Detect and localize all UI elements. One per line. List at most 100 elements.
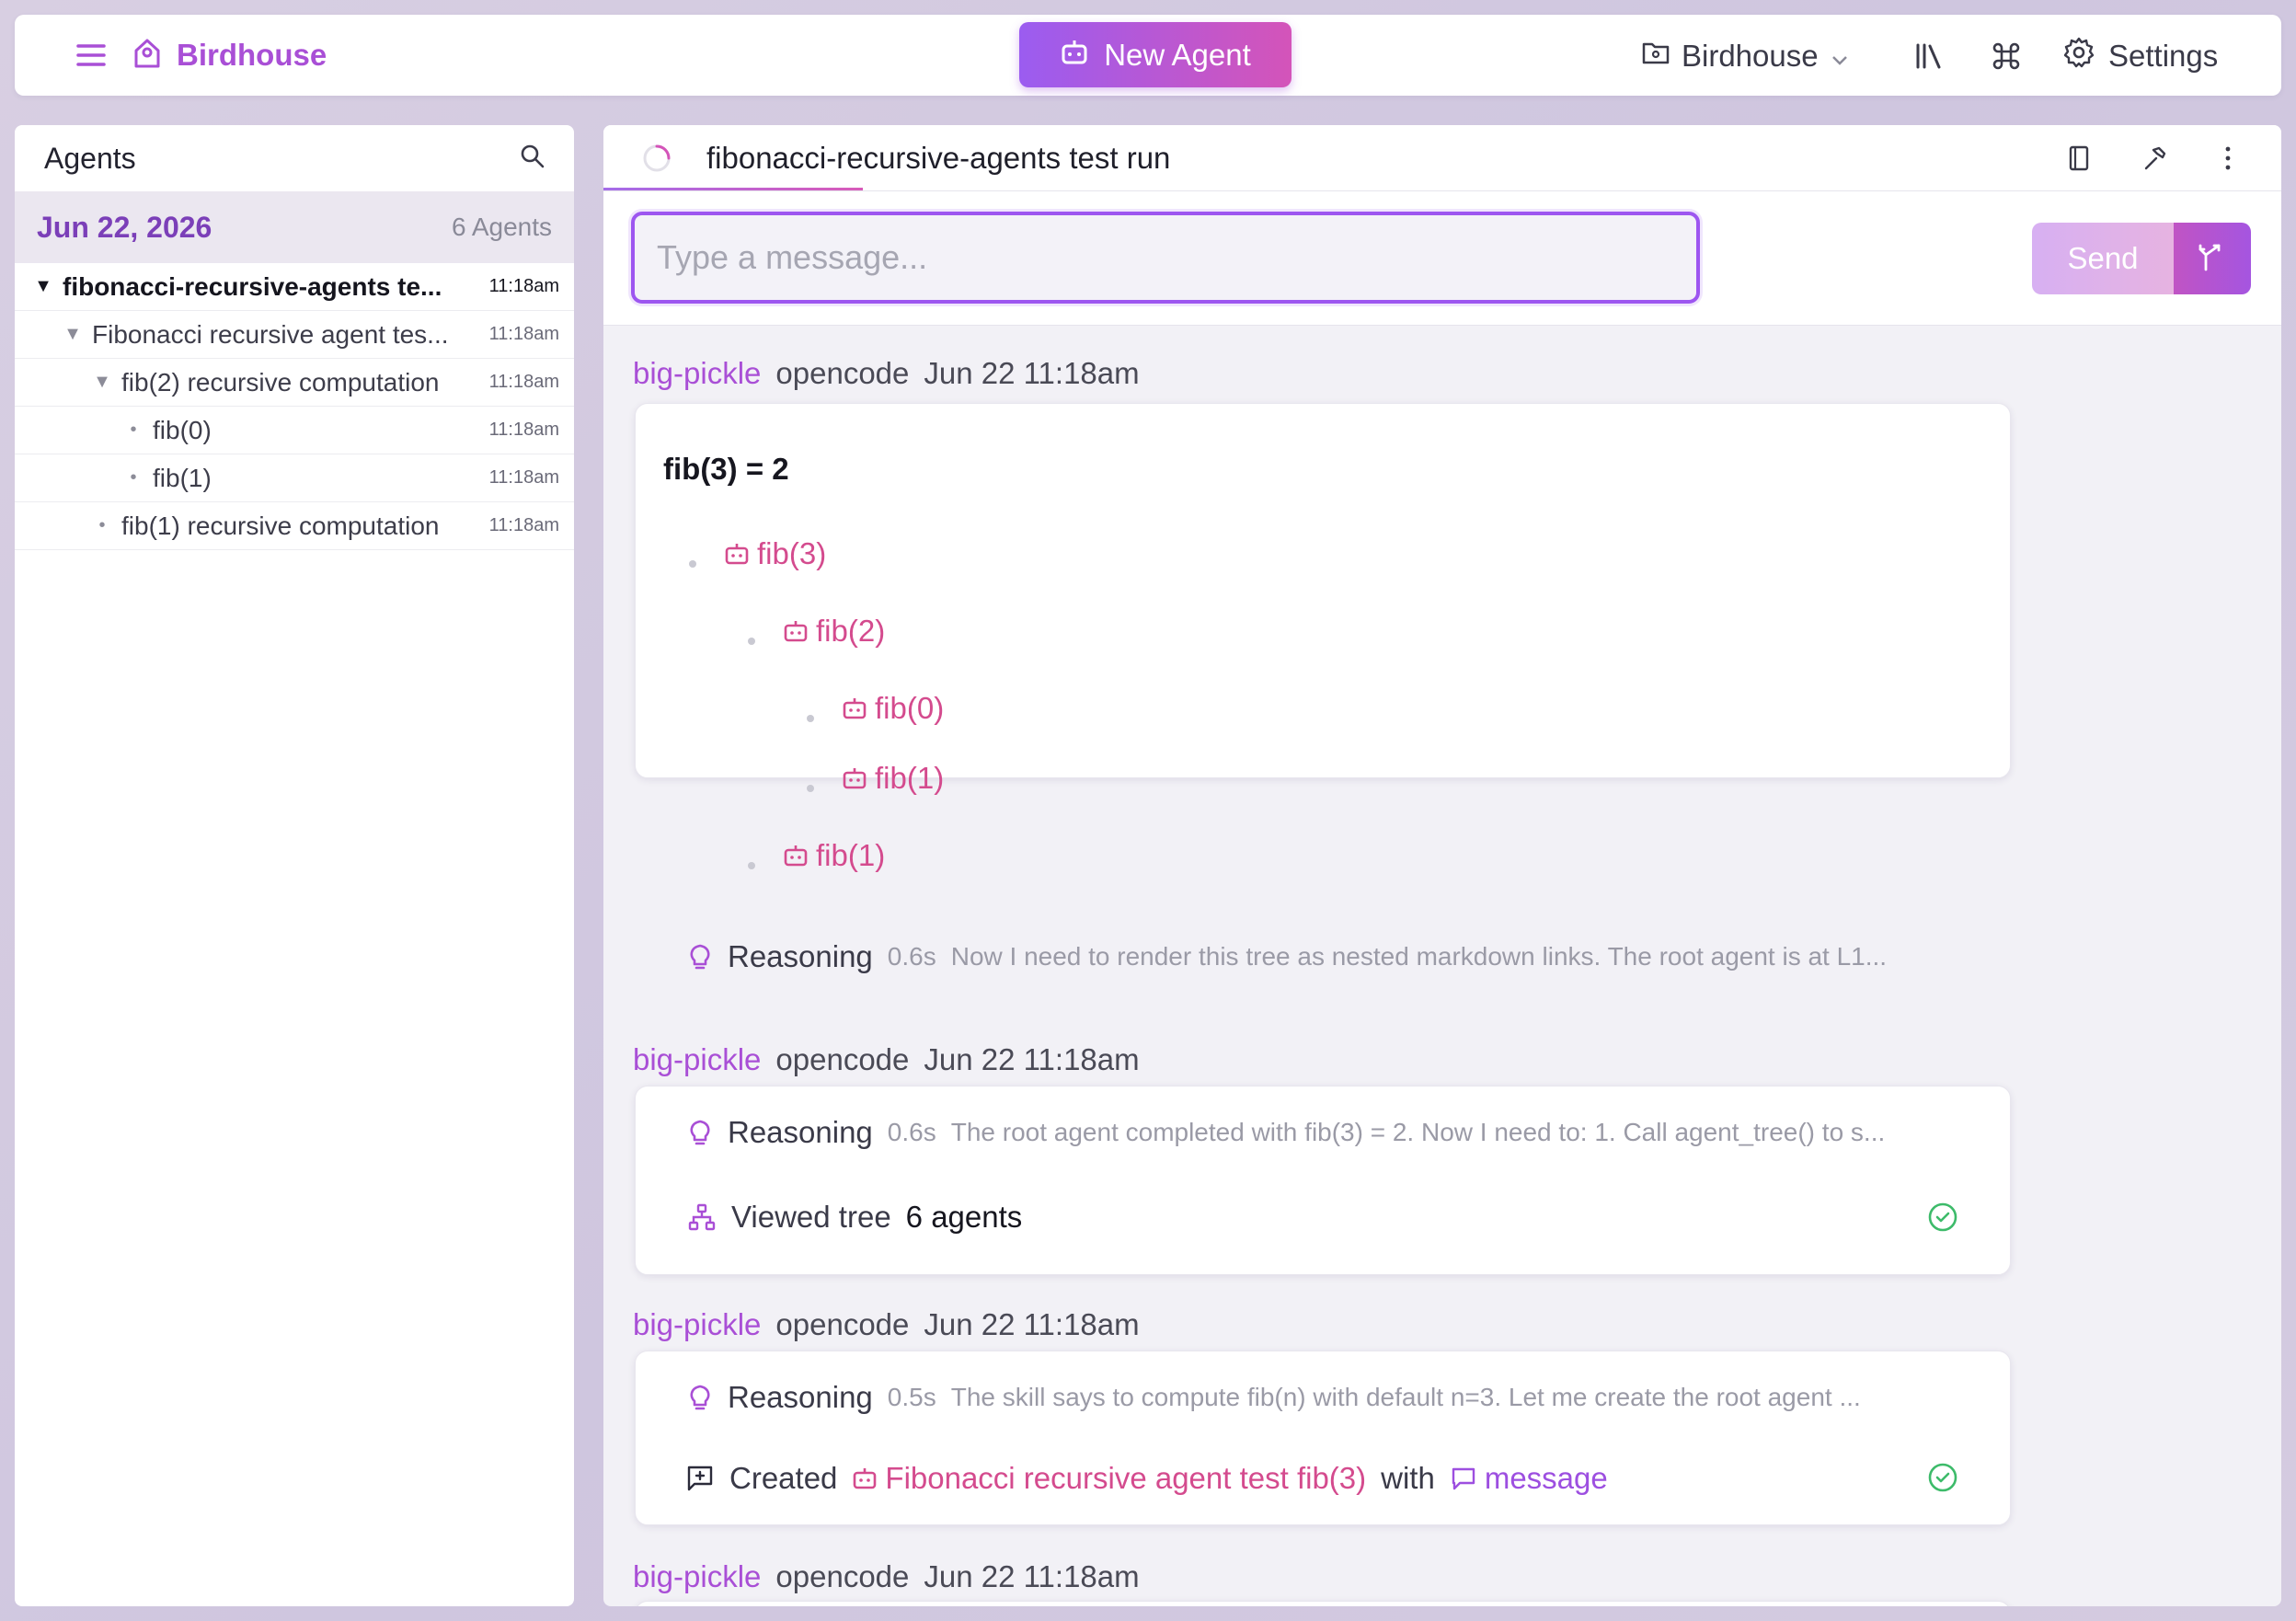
- sidebar-item-label: Fibonacci recursive agent tes...: [92, 319, 449, 349]
- loading-spinner-icon: [642, 144, 672, 173]
- reasoning-row[interactable]: Reasoning 0.6s Now I need to render this…: [687, 938, 1966, 975]
- tool-value: 6 agents: [905, 1200, 1023, 1234]
- sidebar-title: Agents: [44, 141, 136, 175]
- sidebar-item-label: fib(2) recursive computation: [121, 367, 440, 397]
- tool-call-row[interactable]: Created Fibonacci recursive agent test f…: [685, 1458, 1608, 1499]
- tree-icon: [688, 1203, 716, 1231]
- search-icon[interactable]: [519, 143, 546, 175]
- menu-icon[interactable]: [61, 35, 121, 75]
- message-model: opencode: [775, 1042, 910, 1076]
- conversation-panel: fibonacci-recursive-agents test run Send…: [603, 125, 2281, 1606]
- top-bar: Birdhouse New Agent Birdhouse Settings: [15, 15, 2281, 96]
- chevron-down-icon: [1830, 39, 1850, 74]
- bullet-icon: •: [130, 420, 137, 440]
- sidebar-item-fib1-recursive[interactable]: • fib(1) recursive computation 11:18am: [15, 502, 574, 550]
- agent-link-label: fib(1): [875, 761, 945, 795]
- message-input[interactable]: [631, 212, 1700, 304]
- expand-triangle-icon[interactable]: ▼: [33, 276, 53, 297]
- command-icon[interactable]: [1985, 35, 2027, 77]
- message-plus-icon: [687, 1466, 713, 1491]
- check-circle-icon: [1927, 1201, 1958, 1233]
- agent-count: 6 Agents: [452, 213, 552, 241]
- bullet-icon: •: [98, 515, 106, 535]
- sidebar-item-root[interactable]: ▼ fibonacci-recursive-agents te... 11:18…: [15, 263, 574, 311]
- reasoning-label: Reasoning: [728, 1115, 873, 1149]
- sidebar-item-fib3[interactable]: ▼ Fibonacci recursive agent tes... 11:18…: [15, 311, 574, 359]
- notebook-icon[interactable]: [2061, 140, 2097, 177]
- message-author[interactable]: big-pickle: [633, 1042, 761, 1077]
- new-agent-label: New Agent: [1104, 37, 1251, 72]
- expand-triangle-icon[interactable]: ▼: [63, 324, 83, 345]
- active-tab-indicator: [603, 188, 863, 190]
- agent-link-fib3[interactable]: fib(3): [724, 536, 826, 571]
- hammer-icon[interactable]: [2136, 140, 2173, 177]
- agent-link[interactable]: Fibonacci recursive agent test fib(3): [852, 1461, 1366, 1496]
- new-agent-button[interactable]: New Agent: [1019, 22, 1292, 87]
- send-button[interactable]: Send: [2032, 223, 2174, 294]
- project-name: Birdhouse: [1682, 39, 1819, 73]
- tool-call-row[interactable]: Viewed tree 6 agents: [687, 1197, 1022, 1237]
- message-time: Jun 22 11:18am: [924, 356, 1140, 390]
- expand-triangle-icon[interactable]: ▼: [92, 372, 112, 393]
- conversation-header: fibonacci-recursive-agents test run: [603, 125, 2281, 191]
- robot-icon: [843, 698, 867, 719]
- sidebar-item-time: 11:18am: [488, 276, 559, 296]
- reasoning-row[interactable]: Reasoning 0.5s The skill says to compute…: [687, 1379, 1966, 1416]
- message-card: Reasoning 0.5s The skill says to compute…: [635, 1351, 2011, 1525]
- lightbulb-icon: [690, 944, 710, 970]
- birdhouse-icon: [131, 37, 164, 75]
- reasoning-duration: 0.6s: [887, 1118, 936, 1146]
- sidebar-item-fib2[interactable]: ▼ fib(2) recursive computation 11:18am: [15, 359, 574, 407]
- sidebar-item-fib1[interactable]: • fib(1) 11:18am: [15, 454, 574, 502]
- fork-icon: [2197, 242, 2228, 276]
- send-button-group: Send: [2032, 223, 2251, 294]
- message-card: [635, 1601, 2011, 1606]
- date-group-header[interactable]: Jun 22, 2026 6 Agents: [15, 191, 574, 263]
- agent-link-fib1-b[interactable]: fib(1): [783, 838, 885, 873]
- reasoning-duration: 0.6s: [887, 942, 936, 971]
- sidebar-header: Agents: [15, 125, 574, 191]
- reasoning-text: The skill says to compute fib(n) with de…: [950, 1383, 1861, 1411]
- folder-icon: [1641, 39, 1670, 74]
- message-model: opencode: [775, 1307, 910, 1341]
- robot-icon: [784, 621, 808, 642]
- library-icon[interactable]: [1908, 35, 1950, 77]
- message-meta: big-pickle opencode Jun 22 11:18am: [633, 1041, 1140, 1078]
- message-time: Jun 22 11:18am: [924, 1307, 1140, 1341]
- list-bullet: [689, 560, 696, 568]
- sidebar-item-time: 11:18am: [488, 467, 559, 488]
- agent-link-fib2[interactable]: fib(2): [783, 614, 885, 649]
- list-bullet: [748, 638, 755, 645]
- reasoning-row[interactable]: Reasoning 0.6s The root agent completed …: [687, 1114, 1966, 1151]
- reasoning-text: The root agent completed with fib(3) = 2…: [950, 1118, 1886, 1146]
- agent-link-label: Fibonacci recursive agent test fib(3): [885, 1461, 1367, 1495]
- brand-logo[interactable]: Birdhouse: [131, 33, 327, 77]
- fork-button[interactable]: [2174, 223, 2251, 294]
- agent-link-fib0[interactable]: fib(0): [842, 691, 944, 726]
- settings-button[interactable]: Settings: [2062, 35, 2218, 77]
- more-options-icon[interactable]: [2210, 140, 2246, 177]
- agents-sidebar: Agents Jun 22, 2026 6 Agents ▼ fibonacci…: [15, 125, 574, 1606]
- message-author[interactable]: big-pickle: [633, 1307, 761, 1342]
- project-selector[interactable]: Birdhouse: [1641, 35, 1850, 77]
- message-link[interactable]: message: [1450, 1461, 1608, 1496]
- robot-icon: [843, 768, 867, 789]
- message-time: Jun 22 11:18am: [924, 1559, 1140, 1593]
- lightbulb-icon: [690, 1385, 710, 1410]
- sidebar-item-fib0[interactable]: • fib(0) 11:18am: [15, 407, 574, 454]
- message-author[interactable]: big-pickle: [633, 1559, 761, 1594]
- message-meta: big-pickle opencode Jun 22 11:18am: [633, 1306, 1140, 1343]
- message-composer: Send: [603, 191, 2281, 326]
- message-card: Reasoning 0.6s The root agent completed …: [635, 1086, 2011, 1275]
- sidebar-item-time: 11:18am: [488, 324, 559, 344]
- with-text: with: [1381, 1461, 1435, 1495]
- conversation-title: fibonacci-recursive-agents test run: [706, 140, 1171, 175]
- agent-link-fib1[interactable]: fib(1): [842, 761, 944, 796]
- list-bullet: [807, 785, 814, 792]
- sidebar-item-label: fibonacci-recursive-agents te...: [63, 271, 442, 301]
- message-meta: big-pickle opencode Jun 22 11:18am: [633, 1558, 1140, 1595]
- chat-bubble-icon: [1452, 1467, 1475, 1490]
- settings-label: Settings: [2108, 39, 2219, 73]
- message-author[interactable]: big-pickle: [633, 356, 761, 391]
- robot-icon: [784, 845, 808, 867]
